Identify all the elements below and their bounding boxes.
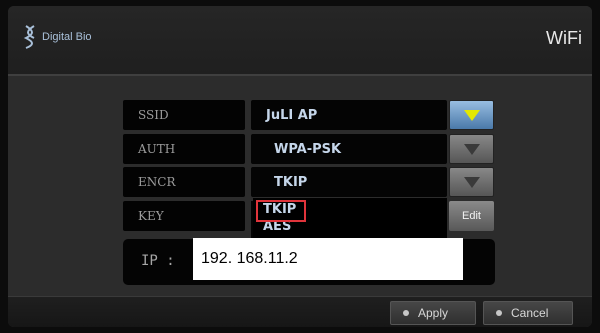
logo-text: Digital Bio [42, 31, 92, 43]
cancel-button[interactable]: Cancel [483, 301, 573, 325]
ssid-label: SSID [123, 100, 245, 130]
triangle-down-icon [463, 143, 480, 155]
dna-helix-icon [23, 25, 35, 49]
footer-bar: Apply Cancel [8, 296, 592, 327]
encr-dropdown-list: TKIP AES [253, 198, 447, 240]
encr-dropdown-button[interactable] [449, 167, 494, 197]
key-label: KEY [123, 201, 245, 231]
wifi-settings-screen: Digital Bio WiFi SSID JuLI AP AUTH WPA-P… [8, 6, 592, 327]
bullet-icon [496, 310, 502, 316]
page-title: WiFi [546, 28, 582, 48]
auth-value[interactable]: WPA-PSK [251, 134, 447, 164]
auth-dropdown-button[interactable] [449, 134, 494, 164]
encr-value[interactable]: TKIP [251, 167, 447, 197]
cancel-label: Cancel [511, 306, 549, 320]
selected-option-highlight [256, 200, 306, 222]
apply-label: Apply [418, 306, 449, 320]
apply-button[interactable]: Apply [390, 301, 476, 325]
ssid-value[interactable]: JuLI AP [251, 100, 447, 130]
header-bar: Digital Bio WiFi [8, 6, 592, 76]
triangle-down-icon [463, 109, 480, 121]
bullet-icon [403, 310, 409, 316]
auth-label: AUTH [123, 134, 245, 164]
ip-address-field[interactable]: 192. 168.11.2 [193, 238, 463, 280]
encr-label: ENCR [123, 167, 245, 197]
brand-logo: Digital Bio [22, 24, 92, 50]
triangle-down-icon [463, 176, 480, 188]
ip-label: IP : [141, 253, 175, 269]
edit-key-button[interactable]: Edit [449, 201, 494, 231]
ssid-dropdown-button[interactable] [449, 100, 494, 130]
